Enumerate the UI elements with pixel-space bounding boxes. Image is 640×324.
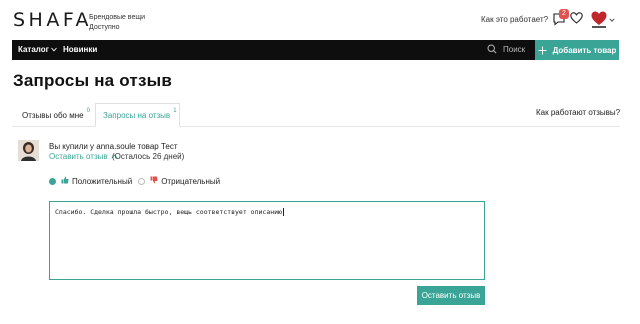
positive-label[interactable]: Положительный [72, 177, 132, 186]
messages-badge: 2 [559, 9, 569, 19]
add-item-button[interactable]: Добавить товар [535, 40, 619, 60]
remaining-days: (Осталось 26 дней) [112, 152, 185, 161]
tagline-line-1: Брендовые вещи [89, 14, 146, 21]
plus-icon [538, 46, 547, 54]
rating-options: Положительный Отрицательный [49, 176, 220, 186]
search-input[interactable]: Поиск [487, 44, 525, 54]
positive-radio[interactable] [49, 177, 56, 185]
user-menu-chevron-icon[interactable] [609, 15, 615, 22]
search-icon [487, 44, 497, 54]
text-caret [282, 208, 284, 216]
review-text: Спасибо. Сделка прошла быстро, вещь соот… [55, 208, 282, 216]
negative-radio[interactable] [138, 177, 146, 185]
tab-reviews-label: Отзывы обо мне [22, 110, 84, 120]
search-placeholder: Поиск [503, 44, 526, 54]
tab-reviews-about-me[interactable]: Отзывы обо мне 0 [13, 103, 90, 127]
thumbs-up-icon [61, 176, 69, 186]
nav-catalog-label: Каталог [18, 45, 49, 54]
page-title: Запросы на отзыв [13, 71, 172, 90]
tagline: Брендовые вещи Доступно [89, 13, 145, 33]
purchase-description: Вы купили у anna.soule товар Тест [49, 142, 178, 151]
tab-review-requests[interactable]: Запросы на отзыв 1 [95, 103, 180, 127]
tab-reviews-count: 0 [86, 108, 90, 114]
seller-avatar[interactable] [18, 140, 39, 161]
how-it-works-link[interactable]: Как это работает? [481, 15, 548, 24]
add-item-label: Добавить товар [552, 45, 617, 55]
user-avatar[interactable] [590, 9, 608, 29]
nav-catalog[interactable]: Каталог [18, 45, 58, 54]
how-reviews-work-link[interactable]: Как работают отзывы? [536, 108, 620, 117]
tab-requests-label: Запросы на отзыв [103, 110, 171, 120]
tagline-line-2: Доступно [89, 24, 120, 31]
leave-review-label: Оставить отзыв [49, 152, 108, 161]
main-navbar: Каталог Новинки Поиск [12, 40, 535, 60]
review-textarea[interactable]: Спасибо. Сделка прошла быстро, вещь соот… [49, 201, 485, 280]
top-header: SHAFA Брендовые вещи Доступно Как это ра… [0, 0, 640, 40]
tab-requests-count: 1 [173, 108, 177, 114]
chevron-down-icon [51, 47, 58, 52]
site-logo[interactable]: SHAFA [13, 9, 92, 31]
negative-label[interactable]: Отрицательный [161, 177, 220, 186]
nav-new-items[interactable]: Новинки [63, 45, 97, 54]
thumbs-down-icon [150, 176, 158, 186]
submit-review-button[interactable]: Оставить отзыв [417, 286, 485, 305]
leave-review-toggle[interactable]: Оставить отзыв [49, 152, 118, 161]
favorites-heart-icon[interactable] [569, 11, 583, 25]
